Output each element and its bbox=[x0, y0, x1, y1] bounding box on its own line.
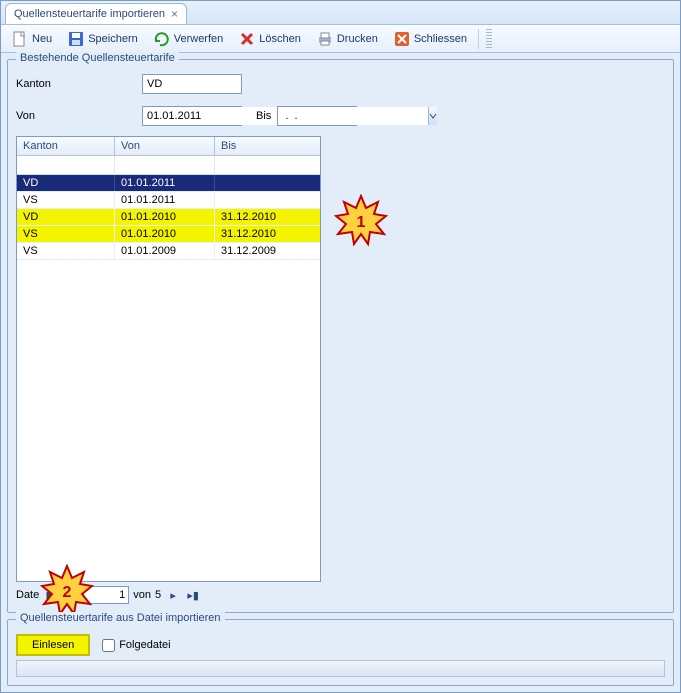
save-icon bbox=[68, 31, 84, 47]
print-icon bbox=[317, 31, 333, 47]
neu-button[interactable]: Neu bbox=[5, 28, 59, 50]
kanton-input[interactable] bbox=[142, 74, 242, 94]
nav-first-icon[interactable]: ▮◂ bbox=[43, 587, 59, 603]
horizontal-scrollbar[interactable] bbox=[16, 660, 665, 677]
grid-header-bis[interactable]: Bis bbox=[215, 137, 316, 155]
von-label: Von bbox=[16, 110, 136, 122]
folgedatei-checkbox[interactable]: Folgedatei bbox=[102, 639, 170, 652]
grid-header: Kanton Von Bis bbox=[17, 137, 320, 156]
table-row[interactable]: VS01.01.200931.12.2009 bbox=[17, 243, 320, 260]
kanton-label: Kanton bbox=[16, 78, 136, 90]
cell-von: 01.01.2011 bbox=[115, 175, 215, 191]
schliessen-button[interactable]: Schliessen bbox=[387, 28, 474, 50]
callout-1: 1 bbox=[334, 194, 388, 248]
close-square-icon bbox=[394, 31, 410, 47]
table-row[interactable]: VS01.01.2011 bbox=[17, 192, 320, 209]
chevron-down-icon[interactable] bbox=[428, 107, 437, 125]
cell-kanton: VS bbox=[17, 243, 115, 259]
cell-von: 01.01.2010 bbox=[115, 209, 215, 225]
nav-prev-icon[interactable]: ◂ bbox=[63, 587, 79, 603]
table-row[interactable]: VD01.01.2011 bbox=[17, 175, 320, 192]
cell-kanton: VD bbox=[17, 175, 115, 191]
grid-header-von[interactable]: Von bbox=[115, 137, 215, 155]
toolbar: Neu Speichern Verwerfen Löschen Drucken … bbox=[1, 25, 680, 53]
close-icon[interactable]: × bbox=[171, 7, 178, 21]
folgedatei-label: Folgedatei bbox=[119, 639, 170, 651]
cell-von: 01.01.2009 bbox=[115, 243, 215, 259]
existing-tariffs-group: Bestehende Quellensteuertarife Kanton Vo… bbox=[7, 59, 674, 613]
bis-date-input[interactable] bbox=[278, 107, 428, 125]
tab-bar: Quellensteuertarife importieren × bbox=[1, 1, 680, 25]
drucken-button[interactable]: Drucken bbox=[310, 28, 385, 50]
cell-kanton: VS bbox=[17, 192, 115, 208]
existing-tariffs-legend: Bestehende Quellensteuertarife bbox=[16, 52, 179, 64]
cell-bis bbox=[215, 192, 316, 208]
nav-von-label: von bbox=[133, 589, 151, 601]
grid-header-kanton[interactable]: Kanton bbox=[17, 137, 115, 155]
svg-text:1: 1 bbox=[357, 214, 366, 231]
cell-von: 01.01.2010 bbox=[115, 226, 215, 242]
grid-filter-row[interactable] bbox=[17, 156, 320, 175]
einlesen-button[interactable]: Einlesen bbox=[16, 634, 90, 656]
speichern-button[interactable]: Speichern bbox=[61, 28, 145, 50]
tariffs-grid[interactable]: Kanton Von Bis VD01.01.2011VS01.01.2011V… bbox=[16, 136, 321, 582]
record-label: Date bbox=[16, 589, 39, 601]
cell-kanton: VD bbox=[17, 209, 115, 225]
nav-total: 5 bbox=[155, 589, 161, 601]
record-navigator: Date ▮◂ ◂ von 5 ▸ ▸▮ bbox=[16, 586, 665, 604]
tab-title: Quellensteuertarife importieren bbox=[14, 8, 165, 20]
loeschen-button[interactable]: Löschen bbox=[232, 28, 308, 50]
table-row[interactable]: VS01.01.201031.12.2010 bbox=[17, 226, 320, 243]
delete-icon bbox=[239, 31, 255, 47]
von-datepicker[interactable] bbox=[142, 106, 242, 126]
toolbar-grip bbox=[486, 29, 492, 49]
discard-icon bbox=[154, 31, 170, 47]
tab-active[interactable]: Quellensteuertarife importieren × bbox=[5, 3, 187, 24]
nav-last-icon[interactable]: ▸▮ bbox=[185, 587, 201, 603]
nav-next-icon[interactable]: ▸ bbox=[165, 587, 181, 603]
new-icon bbox=[12, 31, 28, 47]
toolbar-separator bbox=[478, 29, 484, 49]
cell-bis: 31.12.2010 bbox=[215, 226, 316, 242]
nav-page-input[interactable] bbox=[83, 586, 129, 604]
verwerfen-button[interactable]: Verwerfen bbox=[147, 28, 231, 50]
bis-label: Bis bbox=[256, 110, 271, 122]
cell-bis bbox=[215, 175, 316, 191]
cell-bis: 31.12.2010 bbox=[215, 209, 316, 225]
bis-datepicker[interactable] bbox=[277, 106, 357, 126]
table-row[interactable]: VD01.01.201031.12.2010 bbox=[17, 209, 320, 226]
cell-von: 01.01.2011 bbox=[115, 192, 215, 208]
import-group: Quellensteuertarife aus Datei importiere… bbox=[7, 619, 674, 686]
cell-bis: 31.12.2009 bbox=[215, 243, 316, 259]
folgedatei-input[interactable] bbox=[102, 639, 115, 652]
cell-kanton: VS bbox=[17, 226, 115, 242]
import-legend: Quellensteuertarife aus Datei importiere… bbox=[16, 612, 225, 624]
main-area: Bestehende Quellensteuertarife Kanton Vo… bbox=[1, 53, 680, 692]
